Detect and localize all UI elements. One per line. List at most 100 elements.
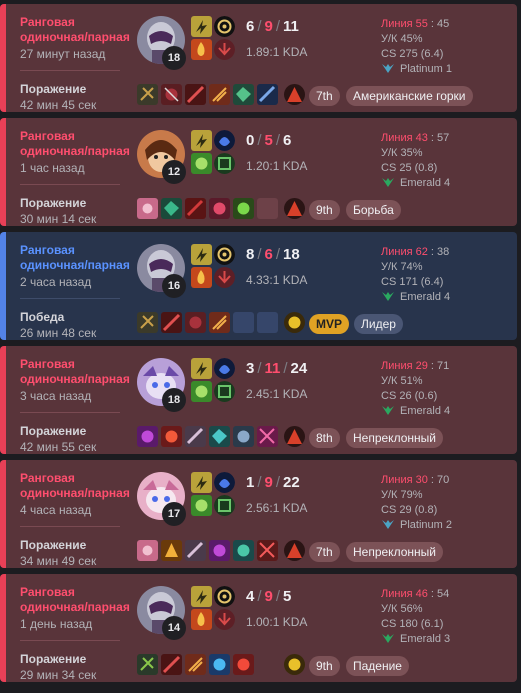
item-slot-icon[interactable] <box>137 198 158 219</box>
item-slot-icon[interactable] <box>209 198 230 219</box>
item-slot-icon[interactable] <box>185 198 206 219</box>
mvp-badge: MVP <box>309 314 350 334</box>
item-slot-icon[interactable] <box>233 84 254 105</box>
keystone-rune-icon[interactable] <box>214 472 235 493</box>
lane-label: Линия 55 <box>381 18 428 30</box>
creep-score: CS 26 (0.6) <box>381 390 438 402</box>
heal-spell-icon[interactable] <box>191 381 212 402</box>
item-slot-icon[interactable] <box>209 654 230 675</box>
flash-spell-icon[interactable] <box>191 130 212 151</box>
keystone-rune-icon[interactable] <box>214 358 235 379</box>
heal-spell-icon[interactable] <box>191 153 212 174</box>
kda-ratio: 2.45:1 KDA <box>246 387 308 401</box>
trinket-icon[interactable] <box>284 426 305 447</box>
keystone-rune-icon[interactable] <box>214 244 235 265</box>
secondary-rune-icon[interactable] <box>214 609 235 630</box>
secondary-rune-icon[interactable] <box>214 495 235 516</box>
item-slot-icon[interactable] <box>161 312 182 333</box>
deaths: 11 <box>264 360 281 377</box>
item-slot-icon[interactable] <box>161 426 182 447</box>
item-slot-icon[interactable] <box>161 84 182 105</box>
trinket-icon[interactable] <box>284 540 305 561</box>
match-card[interactable]: Ранговая одиночная/парная 2 часа назад П… <box>0 232 517 340</box>
item-slot-icon[interactable] <box>161 540 182 561</box>
match-card[interactable]: Ранговая одиночная/парная 3 часа назад П… <box>0 346 517 454</box>
item-slot-icon[interactable] <box>185 84 206 105</box>
keystone-rune-icon[interactable] <box>214 130 235 151</box>
divider <box>20 412 120 413</box>
secondary-rune-icon[interactable] <box>214 39 235 60</box>
kills: 3 <box>246 360 255 377</box>
placement-badge: 7th <box>309 542 340 562</box>
divider <box>20 640 120 641</box>
item-slot-icon[interactable] <box>137 540 158 561</box>
secondary-rune-icon[interactable] <box>214 153 235 174</box>
lane-label: Линия 43 <box>381 132 428 144</box>
keystone-rune-icon[interactable] <box>214 16 235 37</box>
item-slot-icon[interactable] <box>257 84 278 105</box>
match-duration: 42 мин 45 сек <box>20 98 97 112</box>
match-result: Победа <box>20 310 65 324</box>
match-result: Поражение <box>20 424 87 438</box>
item-slot-icon[interactable] <box>137 654 158 675</box>
ignite-spell-icon[interactable] <box>191 39 212 60</box>
item-slot-icon[interactable] <box>137 84 158 105</box>
ignite-spell-icon[interactable] <box>191 609 212 630</box>
match-card[interactable]: Ранговая одиночная/парная 27 минут назад… <box>0 4 517 112</box>
match-card[interactable]: Ранговая одиночная/парная 1 час назад По… <box>0 118 517 226</box>
item-slot-icon[interactable] <box>233 540 254 561</box>
item-slot-icon[interactable] <box>185 654 206 675</box>
flash-spell-icon[interactable] <box>191 244 212 265</box>
flash-spell-icon[interactable] <box>191 472 212 493</box>
item-slot-icon[interactable] <box>209 426 230 447</box>
kda-score: 6/9/11 <box>246 18 299 35</box>
item-slot-icon[interactable] <box>209 312 230 333</box>
heal-spell-icon[interactable] <box>191 495 212 516</box>
secondary-rune-icon[interactable] <box>214 381 235 402</box>
result-stripe <box>0 232 6 340</box>
item-slot-icon[interactable] <box>257 426 278 447</box>
kills: 4 <box>246 588 255 605</box>
item-slot-icon[interactable] <box>161 198 182 219</box>
placement-badge: 8th <box>309 428 340 448</box>
ignite-spell-icon[interactable] <box>191 267 212 288</box>
match-card[interactable]: Ранговая одиночная/парная 1 день назад П… <box>0 574 517 682</box>
match-history-list: Ранговая одиночная/парная 27 минут назад… <box>0 0 521 693</box>
trinket-icon[interactable] <box>284 84 305 105</box>
lane-value: : 38 <box>430 246 450 258</box>
item-slot-icon[interactable] <box>209 84 230 105</box>
kda-ratio: 4.33:1 KDA <box>246 273 308 287</box>
match-stats: Линия 43 : 57 У/К 35% CS 25 (0.8) Emeral… <box>381 131 450 191</box>
item-slot-icon[interactable] <box>137 426 158 447</box>
assists: 5 <box>283 588 292 605</box>
achievement-badge: Непреклонный <box>346 428 443 448</box>
queue-type: Ранговая одиночная/парная <box>20 471 130 500</box>
match-card[interactable]: Ранговая одиночная/парная 4 часа назад П… <box>0 460 517 568</box>
item-slot-icon[interactable] <box>137 312 158 333</box>
assists: 18 <box>283 246 300 263</box>
flash-spell-icon[interactable] <box>191 16 212 37</box>
match-stats: Линия 62 : 38 У/К 74% CS 171 (6.4) Emera… <box>381 245 450 305</box>
flash-spell-icon[interactable] <box>191 358 212 379</box>
result-stripe <box>0 574 6 682</box>
secondary-rune-icon[interactable] <box>214 267 235 288</box>
flash-spell-icon[interactable] <box>191 586 212 607</box>
placement-badge: 7th <box>309 86 340 106</box>
item-slot-icon[interactable] <box>233 654 254 675</box>
item-slot-icon[interactable] <box>233 426 254 447</box>
item-slot-icon[interactable] <box>185 426 206 447</box>
deaths: 5 <box>264 132 273 149</box>
item-slot-icon[interactable] <box>257 540 278 561</box>
kill-participation: У/К 56% <box>381 603 423 615</box>
rank-tier: Platinum 2 <box>400 519 452 531</box>
trinket-icon[interactable] <box>284 654 305 675</box>
item-slot-icon[interactable] <box>233 198 254 219</box>
trinket-icon[interactable] <box>284 312 305 333</box>
divider <box>20 526 120 527</box>
item-slot-icon[interactable] <box>161 654 182 675</box>
item-slot-icon[interactable] <box>185 312 206 333</box>
item-slot-icon[interactable] <box>185 540 206 561</box>
item-slot-icon[interactable] <box>209 540 230 561</box>
trinket-icon[interactable] <box>284 198 305 219</box>
keystone-rune-icon[interactable] <box>214 586 235 607</box>
